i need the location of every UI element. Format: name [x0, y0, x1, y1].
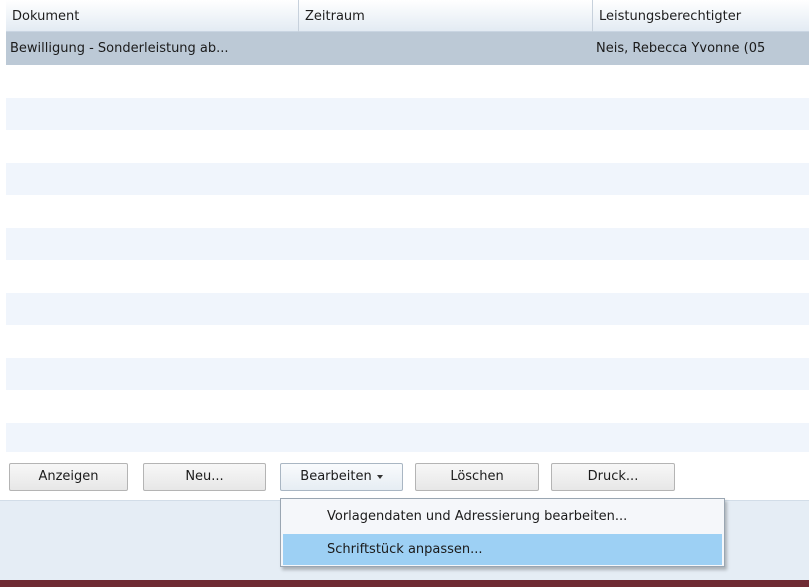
column-header-dokument[interactable]: Dokument — [6, 0, 298, 32]
menu-item-edit-template-data[interactable]: Vorlagendaten und Adressierung bearbeite… — [283, 501, 722, 532]
menu-item-adjust-document[interactable]: Schriftstück anpassen... — [283, 534, 722, 565]
document-list-rows: Bewilligung - Sonderleistung ab... Neis,… — [6, 32, 809, 455]
document-list-header: Dokument Zeitraum Leistungsberechtigter — [6, 0, 809, 32]
cell-leistungsberechtigter: Neis, Rebecca Yvonne (05 — [596, 41, 766, 56]
print-button[interactable]: Druck... — [551, 463, 675, 491]
empty-row — [6, 325, 809, 358]
new-button[interactable]: Neu... — [143, 463, 266, 491]
empty-row — [6, 422, 809, 455]
edit-button-label: Bearbeiten — [300, 469, 372, 484]
empty-row — [6, 292, 809, 325]
document-list[interactable]: Dokument Zeitraum Leistungsberechtigter … — [6, 0, 809, 455]
column-header-zeitraum[interactable]: Zeitraum — [298, 0, 592, 32]
show-button[interactable]: Anzeigen — [9, 463, 128, 491]
empty-row — [6, 390, 809, 423]
delete-button[interactable]: Löschen — [415, 463, 539, 491]
empty-row — [6, 130, 809, 163]
empty-row — [6, 195, 809, 228]
chevron-down-icon — [376, 474, 383, 479]
empty-row — [6, 260, 809, 293]
empty-row — [6, 227, 809, 260]
empty-row — [6, 97, 809, 130]
empty-row — [6, 162, 809, 195]
empty-row — [6, 65, 809, 98]
edit-dropdown-menu: Vorlagendaten und Adressierung bearbeite… — [280, 498, 725, 567]
cell-zeitraum — [298, 32, 592, 65]
column-header-leistungsberechtigter[interactable]: Leistungsberechtigter — [592, 0, 809, 32]
table-row[interactable]: Bewilligung - Sonderleistung ab... Neis,… — [6, 32, 809, 65]
window-bottom-border — [0, 580, 809, 587]
action-toolbar: Anzeigen Neu... Bearbeiten Löschen Druck… — [0, 452, 809, 500]
empty-row — [6, 357, 809, 390]
edit-dropdown-button[interactable]: Bearbeiten — [280, 463, 403, 491]
cell-dokument: Bewilligung - Sonderleistung ab... — [10, 41, 229, 56]
